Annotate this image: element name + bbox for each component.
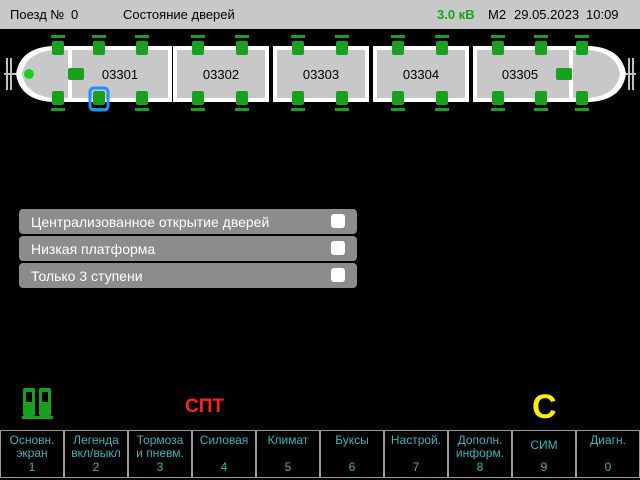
door-step-indicator <box>291 35 305 38</box>
door-indicator-icon[interactable] <box>192 41 204 55</box>
c-indicator: С <box>532 388 557 426</box>
nav-legend-button[interactable]: Легенда вкл/выкл 2 <box>64 430 128 478</box>
door-step-indicator <box>235 108 249 111</box>
door-step-indicator <box>575 108 589 111</box>
door-step-indicator <box>491 108 505 111</box>
option-checkbox[interactable] <box>331 241 345 255</box>
door-indicator-icon[interactable] <box>436 91 448 105</box>
door-step-indicator <box>191 35 205 38</box>
car-number-1: 03301 <box>102 67 138 82</box>
option-label: Низкая платформа <box>31 241 156 257</box>
door-indicator-icon[interactable] <box>52 41 64 55</box>
door-indicator-icon[interactable] <box>535 91 547 105</box>
door-step-indicator <box>534 35 548 38</box>
door-step-indicator <box>135 108 149 111</box>
door-step-indicator <box>235 35 249 38</box>
option-checkbox[interactable] <box>331 268 345 282</box>
train-number-label: Поезд № <box>10 7 65 22</box>
nav-axleboxes-button[interactable]: Буксы 6 <box>320 430 384 478</box>
option-central-door-opening[interactable]: Централизованное открытие дверей <box>19 209 357 234</box>
door-step-indicator <box>335 35 349 38</box>
door-indicator-icon[interactable] <box>93 91 105 105</box>
mode-readout: М2 <box>488 7 507 22</box>
door-step-indicator <box>575 35 589 38</box>
option-label: Централизованное открытие дверей <box>31 214 270 230</box>
door-indicator-icon[interactable] <box>336 41 348 55</box>
door-step-indicator <box>435 108 449 111</box>
door-step-indicator <box>491 35 505 38</box>
door-step-indicator <box>191 108 205 111</box>
door-step-indicator <box>335 108 349 111</box>
door-step-indicator <box>391 108 405 111</box>
door-indicator-icon[interactable] <box>392 41 404 55</box>
door-indicator-icon[interactable] <box>236 41 248 55</box>
door-indicator-icon[interactable] <box>292 41 304 55</box>
spt-indicator: СПТ <box>185 396 224 417</box>
train-door-diagram: 03301 03302 03303 03304 03305 <box>0 32 640 117</box>
train-number-value: 0 <box>71 7 79 22</box>
nav-sim-button[interactable]: СИМ 9 <box>512 430 576 478</box>
door-indicator-icon[interactable] <box>436 41 448 55</box>
time-readout: 10:09 <box>586 7 619 22</box>
head-lamp-icon <box>24 69 34 79</box>
nav-diagnostics-button[interactable]: Диагн. 0 <box>576 430 640 478</box>
nav-settings-button[interactable]: Настрой. 7 <box>384 430 448 478</box>
nav-power-button[interactable]: Силовая 4 <box>192 430 256 478</box>
door-indicator-icon[interactable] <box>236 91 248 105</box>
nav-brakes-button[interactable]: Тормоза и пневм. 3 <box>128 430 192 478</box>
door-indicator-icon[interactable] <box>492 91 504 105</box>
option-low-platform[interactable]: Низкая платформа <box>19 236 357 261</box>
door-step-indicator <box>51 108 65 111</box>
door-step-indicator <box>391 35 405 38</box>
door-step-indicator <box>534 108 548 111</box>
status-bar: Поезд № 0 Состояние дверей 3.0 кВ М2 29.… <box>0 0 640 29</box>
door-step-indicator <box>135 35 149 38</box>
cab-door-indicator-icon[interactable] <box>68 68 84 80</box>
car-number-5: 03305 <box>502 67 538 82</box>
car-number-4: 03304 <box>403 67 439 82</box>
door-indicator-icon[interactable] <box>492 41 504 55</box>
date-readout: 29.05.2023 <box>514 7 580 22</box>
cab-door-indicator-icon[interactable] <box>556 68 572 80</box>
door-indicator-icon[interactable] <box>576 91 588 105</box>
door-step-indicator <box>291 108 305 111</box>
nav-additional-info-button[interactable]: Дополн. информ. 8 <box>448 430 512 478</box>
front-coupler-icon <box>4 58 16 90</box>
door-indicator-icon[interactable] <box>136 41 148 55</box>
door-indicator-icon[interactable] <box>93 41 105 55</box>
doors-closed-icon <box>22 388 53 419</box>
door-indicator-icon[interactable] <box>52 91 64 105</box>
door-indicator-icon[interactable] <box>336 91 348 105</box>
option-checkbox[interactable] <box>331 214 345 228</box>
option-label: Только 3 ступени <box>31 268 143 284</box>
voltage-readout: 3.0 кВ <box>437 7 475 22</box>
nav-main-screen-button[interactable]: Основн. экран 1 <box>0 430 64 478</box>
door-indicator-icon[interactable] <box>392 91 404 105</box>
function-key-bar: Основн. экран 1 Легенда вкл/выкл 2 Тормоза… <box>0 430 640 480</box>
door-step-indicator <box>92 35 106 38</box>
door-step-indicator <box>51 35 65 38</box>
door-step-indicator <box>435 35 449 38</box>
page-title: Состояние дверей <box>123 7 235 22</box>
car-number-2: 03302 <box>203 67 239 82</box>
nav-climate-button[interactable]: Климат 5 <box>256 430 320 478</box>
door-indicator-icon[interactable] <box>192 91 204 105</box>
door-indicator-icon[interactable] <box>576 41 588 55</box>
door-indicator-icon[interactable] <box>535 41 547 55</box>
door-indicator-icon[interactable] <box>136 91 148 105</box>
car-number-3: 03303 <box>303 67 339 82</box>
door-indicator-icon[interactable] <box>292 91 304 105</box>
option-three-steps-only[interactable]: Только 3 ступени <box>19 263 357 288</box>
